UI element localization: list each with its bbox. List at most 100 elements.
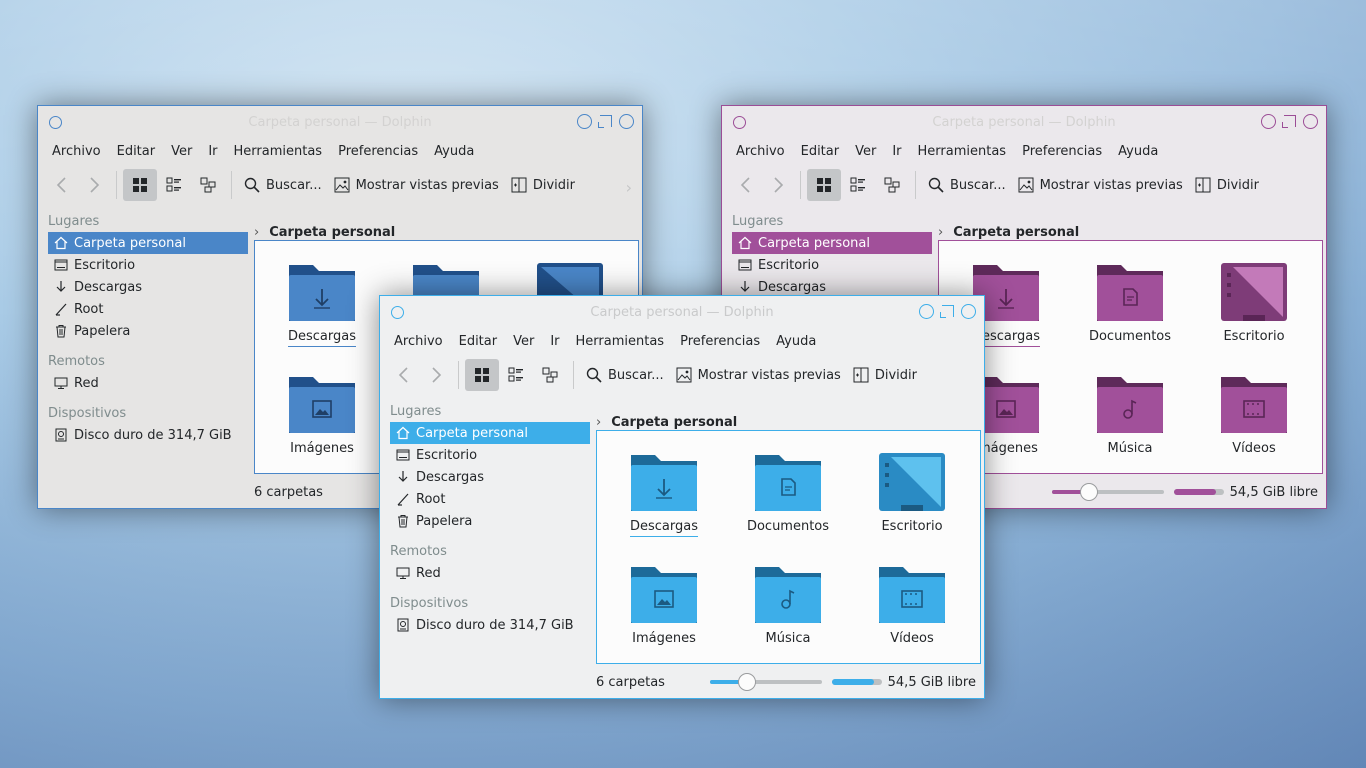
file-item-music[interactable]: Música — [1075, 371, 1185, 458]
tree-view-button[interactable] — [191, 169, 225, 201]
sidebar-item-root[interactable]: Root — [390, 488, 590, 510]
menu-herramientas[interactable]: Herramientas — [910, 142, 1015, 164]
sidebar-item-network[interactable]: Red — [390, 562, 590, 584]
breadcrumb[interactable]: › Carpeta personal — [254, 222, 395, 242]
file-item-videos[interactable]: Vídeos — [1199, 371, 1309, 458]
close-icon[interactable] — [961, 304, 976, 319]
menu-ayuda[interactable]: Ayuda — [426, 142, 482, 164]
menu-ver[interactable]: Ver — [163, 142, 200, 164]
search-button[interactable]: Buscar... — [238, 169, 328, 201]
split-button[interactable]: Dividir — [847, 359, 923, 391]
file-item-images[interactable]: Imágenes — [609, 561, 719, 648]
sidebar-item-desktop[interactable]: Escritorio — [48, 254, 248, 276]
maximize-icon[interactable] — [1284, 115, 1296, 127]
file-item-documents[interactable]: Documentos — [1075, 259, 1185, 346]
back-button[interactable] — [46, 169, 78, 201]
back-button[interactable] — [730, 169, 762, 201]
back-button[interactable] — [388, 359, 420, 391]
sidebar-item-desktop[interactable]: Escritorio — [732, 254, 932, 276]
sidebar-item-downloads[interactable]: Descargas — [48, 276, 248, 298]
menu-preferencias[interactable]: Preferencias — [330, 142, 426, 164]
menu-ver[interactable]: Ver — [505, 332, 542, 354]
menu-preferencias[interactable]: Preferencias — [1014, 142, 1110, 164]
menu-ayuda[interactable]: Ayuda — [768, 332, 824, 354]
sidebar-item-downloads[interactable]: Descargas — [390, 466, 590, 488]
breadcrumb-home[interactable]: Carpeta personal — [269, 225, 395, 240]
search-label: Buscar... — [266, 177, 322, 193]
menu-archivo[interactable]: Archivo — [44, 142, 109, 164]
file-label: Imágenes — [632, 631, 696, 646]
titlebar[interactable]: Carpeta personal — Dolphin — [38, 106, 642, 138]
zoom-slider[interactable] — [1051, 483, 1164, 501]
breadcrumb[interactable]: › Carpeta personal — [938, 222, 1079, 242]
file-item-downloads[interactable]: Descargas — [609, 449, 719, 537]
file-item-music[interactable]: Música — [733, 561, 843, 648]
file-item-images[interactable]: Imágenes — [267, 371, 377, 458]
breadcrumb-home[interactable]: Carpeta personal — [953, 225, 1079, 240]
show-previews-button[interactable]: Mostrar vistas previas — [670, 359, 847, 391]
tree-view-button[interactable] — [533, 359, 567, 391]
maximize-icon[interactable] — [600, 115, 612, 127]
icon-view-button[interactable] — [465, 359, 499, 391]
menu-ayuda[interactable]: Ayuda — [1110, 142, 1166, 164]
sidebar-item-home[interactable]: Carpeta personal — [48, 232, 248, 254]
menu-herramientas[interactable]: Herramientas — [226, 142, 331, 164]
menu-archivo[interactable]: Archivo — [386, 332, 451, 354]
icon-view-button[interactable] — [807, 169, 841, 201]
file-item-videos[interactable]: Vídeos — [857, 561, 967, 648]
tree-view-button[interactable] — [875, 169, 909, 201]
icon-view-button[interactable] — [123, 169, 157, 201]
file-item-documents[interactable]: Documentos — [733, 449, 843, 536]
breadcrumb[interactable]: › Carpeta personal — [596, 412, 737, 432]
menu-ir[interactable]: Ir — [200, 142, 225, 164]
zoom-handle[interactable] — [1079, 483, 1098, 501]
menu-herramientas[interactable]: Herramientas — [568, 332, 673, 354]
breadcrumb-home[interactable]: Carpeta personal — [611, 415, 737, 430]
sidebar-item-harddisk[interactable]: Disco duro de 314,7 GiB — [48, 424, 248, 446]
file-item-desktop[interactable]: Escritorio — [857, 449, 967, 536]
sidebar-item-network[interactable]: Red — [48, 372, 248, 394]
minimize-icon[interactable] — [919, 304, 934, 319]
sidebar-item-harddisk[interactable]: Disco duro de 314,7 GiB — [390, 614, 590, 636]
menu-preferencias[interactable]: Preferencias — [672, 332, 768, 354]
sidebar-item-home[interactable]: Carpeta personal — [390, 422, 590, 444]
file-view[interactable]: Descargas Documentos Escritorio Imágenes… — [938, 240, 1323, 474]
titlebar[interactable]: Carpeta personal — Dolphin — [722, 106, 1326, 138]
search-button[interactable]: Buscar... — [580, 359, 670, 391]
close-icon[interactable] — [619, 114, 634, 129]
sidebar-item-trash[interactable]: Papelera — [390, 510, 590, 532]
menu-editar[interactable]: Editar — [793, 142, 848, 164]
sidebar-item-home[interactable]: Carpeta personal — [732, 232, 932, 254]
menu-archivo[interactable]: Archivo — [728, 142, 793, 164]
forward-button[interactable] — [762, 169, 794, 201]
titlebar[interactable]: Carpeta personal — Dolphin — [380, 296, 984, 328]
menu-ir[interactable]: Ir — [884, 142, 909, 164]
sidebar-item-desktop[interactable]: Escritorio — [390, 444, 590, 466]
sidebar-item-root[interactable]: Root — [48, 298, 248, 320]
show-previews-button[interactable]: Mostrar vistas previas — [1012, 169, 1189, 201]
sidebar-item-trash[interactable]: Papelera — [48, 320, 248, 342]
maximize-icon[interactable] — [942, 305, 954, 317]
show-previews-button[interactable]: Mostrar vistas previas — [328, 169, 505, 201]
file-item-desktop[interactable]: Escritorio — [1199, 259, 1309, 346]
menu-ir[interactable]: Ir — [542, 332, 567, 354]
menu-editar[interactable]: Editar — [451, 332, 506, 354]
details-view-button[interactable] — [157, 169, 191, 201]
close-icon[interactable] — [1303, 114, 1318, 129]
details-view-button[interactable] — [499, 359, 533, 391]
menu-editar[interactable]: Editar — [109, 142, 164, 164]
zoom-slider[interactable] — [709, 673, 822, 691]
search-button[interactable]: Buscar... — [922, 169, 1012, 201]
minimize-icon[interactable] — [1261, 114, 1276, 129]
file-view[interactable]: Descargas Documentos Escritorio Imágenes… — [596, 430, 981, 664]
toolbar-overflow-icon[interactable]: › — [626, 178, 632, 197]
zoom-handle[interactable] — [737, 673, 756, 691]
forward-button[interactable] — [420, 359, 452, 391]
file-item-downloads[interactable]: Descargas — [267, 259, 377, 347]
menu-ver[interactable]: Ver — [847, 142, 884, 164]
details-view-button[interactable] — [841, 169, 875, 201]
forward-button[interactable] — [78, 169, 110, 201]
split-button[interactable]: Dividir — [505, 169, 581, 201]
minimize-icon[interactable] — [577, 114, 592, 129]
split-button[interactable]: Dividir — [1189, 169, 1265, 201]
